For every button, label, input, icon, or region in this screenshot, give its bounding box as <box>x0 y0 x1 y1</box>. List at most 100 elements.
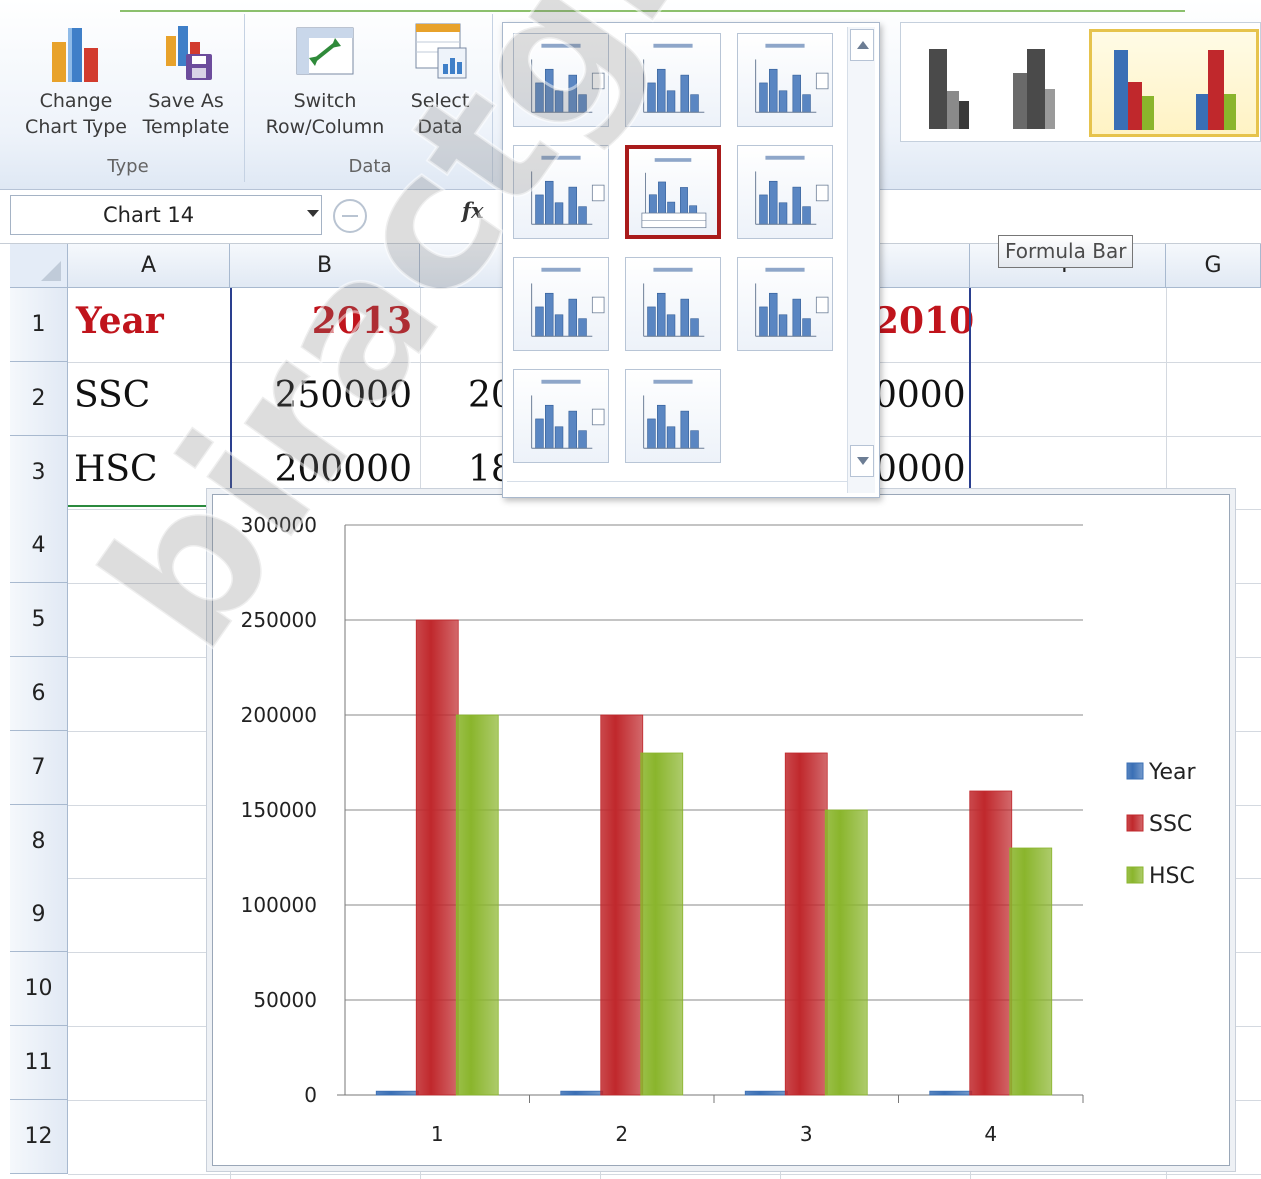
chart-layout-5[interactable] <box>625 145 721 239</box>
chart-layouts-gallery[interactable] <box>502 22 880 498</box>
circle-icon <box>333 199 367 233</box>
x-tick-label: 4 <box>984 1122 997 1146</box>
row-header-12[interactable]: 12 <box>10 1100 68 1174</box>
row-header-10[interactable]: 10 <box>10 952 68 1026</box>
bar-hsc-2 <box>640 752 684 1096</box>
column-chart: 0 50000 100000 150000 200000 250000 300000 1 2 3 4… <box>241 513 1197 1146</box>
y-tick-label: 0 <box>304 1083 317 1107</box>
row-gridline <box>68 1174 1261 1175</box>
data-range-border <box>969 288 971 488</box>
chart-layout-9[interactable] <box>737 257 833 351</box>
legend-swatch-year <box>1126 762 1144 780</box>
bar-year-1 <box>375 1090 419 1096</box>
x-tick-label: 3 <box>800 1122 813 1146</box>
row-header-8[interactable]: 8 <box>10 805 68 879</box>
bar-hsc-4 <box>1009 847 1053 1096</box>
chart-style-colored[interactable] <box>1089 29 1259 137</box>
chart-layout-6[interactable] <box>737 145 833 239</box>
y-tick-label: 50000 <box>253 988 317 1012</box>
cell-a3[interactable]: HSC <box>74 452 158 488</box>
row-header-5[interactable]: 5 <box>10 583 68 657</box>
select-data-button[interactable]: Select Data <box>402 22 478 140</box>
chart-layout-3[interactable] <box>737 33 833 127</box>
group-separator <box>244 14 245 182</box>
change-chart-type-button[interactable]: Change Chart Type <box>20 22 132 140</box>
legend-label-hsc: HSC <box>1149 864 1195 889</box>
row-header-9[interactable]: 9 <box>10 878 68 952</box>
chart-layout-1[interactable] <box>513 33 609 127</box>
bar-ssc-4 <box>969 790 1013 1096</box>
name-box-value: Chart 14 <box>103 203 195 227</box>
bar-ssc-2 <box>600 714 644 1096</box>
cell-b1[interactable]: 2013 <box>232 303 412 339</box>
row-header-7[interactable]: 7 <box>10 731 68 805</box>
chart-layout-8[interactable] <box>625 257 721 351</box>
row-header-6[interactable]: 6 <box>10 657 68 731</box>
column-header-b[interactable]: B <box>230 244 420 288</box>
data-range-border <box>68 505 230 507</box>
chevron-up-icon <box>857 41 869 49</box>
cell-b2[interactable]: 250000 <box>232 378 412 414</box>
row-header-4[interactable]: 4 <box>10 509 68 583</box>
chart-layout-2[interactable] <box>625 33 721 127</box>
row-header-11[interactable]: 11 <box>10 1026 68 1100</box>
legend-label-ssc: SSC <box>1149 812 1192 837</box>
row-header-1[interactable]: 1 <box>10 288 68 362</box>
name-box[interactable]: Chart 14 <box>10 195 322 235</box>
bar-ssc-1 <box>415 619 459 1096</box>
switch-row-column-label-1: Switch <box>293 90 357 112</box>
select-data-label-1: Select <box>410 90 470 112</box>
y-tick-label: 150000 <box>241 798 317 822</box>
bar-chart-icon <box>46 22 106 84</box>
legend-swatch-ssc <box>1126 814 1144 832</box>
cell-a2[interactable]: SSC <box>74 378 150 414</box>
switch-row-column-label-2: Row/Column <box>265 116 385 138</box>
change-chart-type-label-2: Chart Type <box>25 116 127 138</box>
scroll-down-button[interactable] <box>850 445 874 477</box>
chart-layout-7[interactable] <box>513 257 609 351</box>
cell-e2[interactable]: 0000 <box>874 378 966 414</box>
chevron-down-icon <box>857 457 869 465</box>
row-header-2[interactable]: 2 <box>10 362 68 436</box>
chart-styles-gallery[interactable] <box>900 22 1261 142</box>
y-tick-label: 250000 <box>241 608 317 632</box>
select-data-icon <box>410 22 470 84</box>
ribbon-tab-accent <box>120 10 1185 12</box>
chart-layout-4[interactable] <box>513 145 609 239</box>
bar-year-3 <box>744 1090 788 1096</box>
x-tick-label: 1 <box>431 1122 444 1146</box>
row-header-3[interactable]: 3 <box>10 436 68 510</box>
select-all-corner[interactable] <box>10 244 68 288</box>
column-header-g[interactable]: G <box>1166 244 1261 288</box>
column-header-a[interactable]: A <box>68 244 230 288</box>
cell-b3[interactable]: 200000 <box>232 452 412 488</box>
save-as-template-button[interactable]: Save As Template <box>136 22 236 140</box>
group-label-data: Data <box>348 156 392 177</box>
chart-layout-10[interactable] <box>513 369 609 463</box>
group-separator <box>492 14 493 182</box>
y-tick-label: 300000 <box>241 513 317 537</box>
scroll-up-button[interactable] <box>850 29 874 61</box>
save-as-template-label-2: Template <box>142 116 230 138</box>
legend-swatch-hsc <box>1126 866 1144 884</box>
save-as-template-label-1: Save As <box>148 90 224 112</box>
tooltip: Formula Bar <box>998 235 1134 268</box>
legend-label-year: Year <box>1148 760 1197 785</box>
y-tick-label: 100000 <box>241 893 317 917</box>
insert-function-icon[interactable]: fx <box>462 198 484 223</box>
switch-row-column-button[interactable]: Switch Row/Column <box>254 22 396 140</box>
cell-e3[interactable]: 0000 <box>874 452 966 488</box>
change-chart-type-label-1: Change <box>39 90 113 112</box>
chart-style-monochrome[interactable] <box>909 29 1079 137</box>
resize-grip[interactable] <box>507 481 847 495</box>
chart-layout-11[interactable] <box>625 369 721 463</box>
chart-object[interactable]: 0 50000 100000 150000 200000 250000 300000 1 2 3 4… <box>212 494 1230 1166</box>
y-tick-label: 200000 <box>241 703 317 727</box>
chevron-down-icon[interactable] <box>307 210 319 217</box>
group-label-type: Type <box>107 156 149 177</box>
cell-e1[interactable]: 2010 <box>874 303 974 339</box>
cell-a1[interactable]: Year <box>76 303 164 339</box>
data-range-border <box>230 288 232 488</box>
gallery-scrollbar[interactable] <box>847 27 875 493</box>
bar-hsc-1 <box>455 714 499 1096</box>
